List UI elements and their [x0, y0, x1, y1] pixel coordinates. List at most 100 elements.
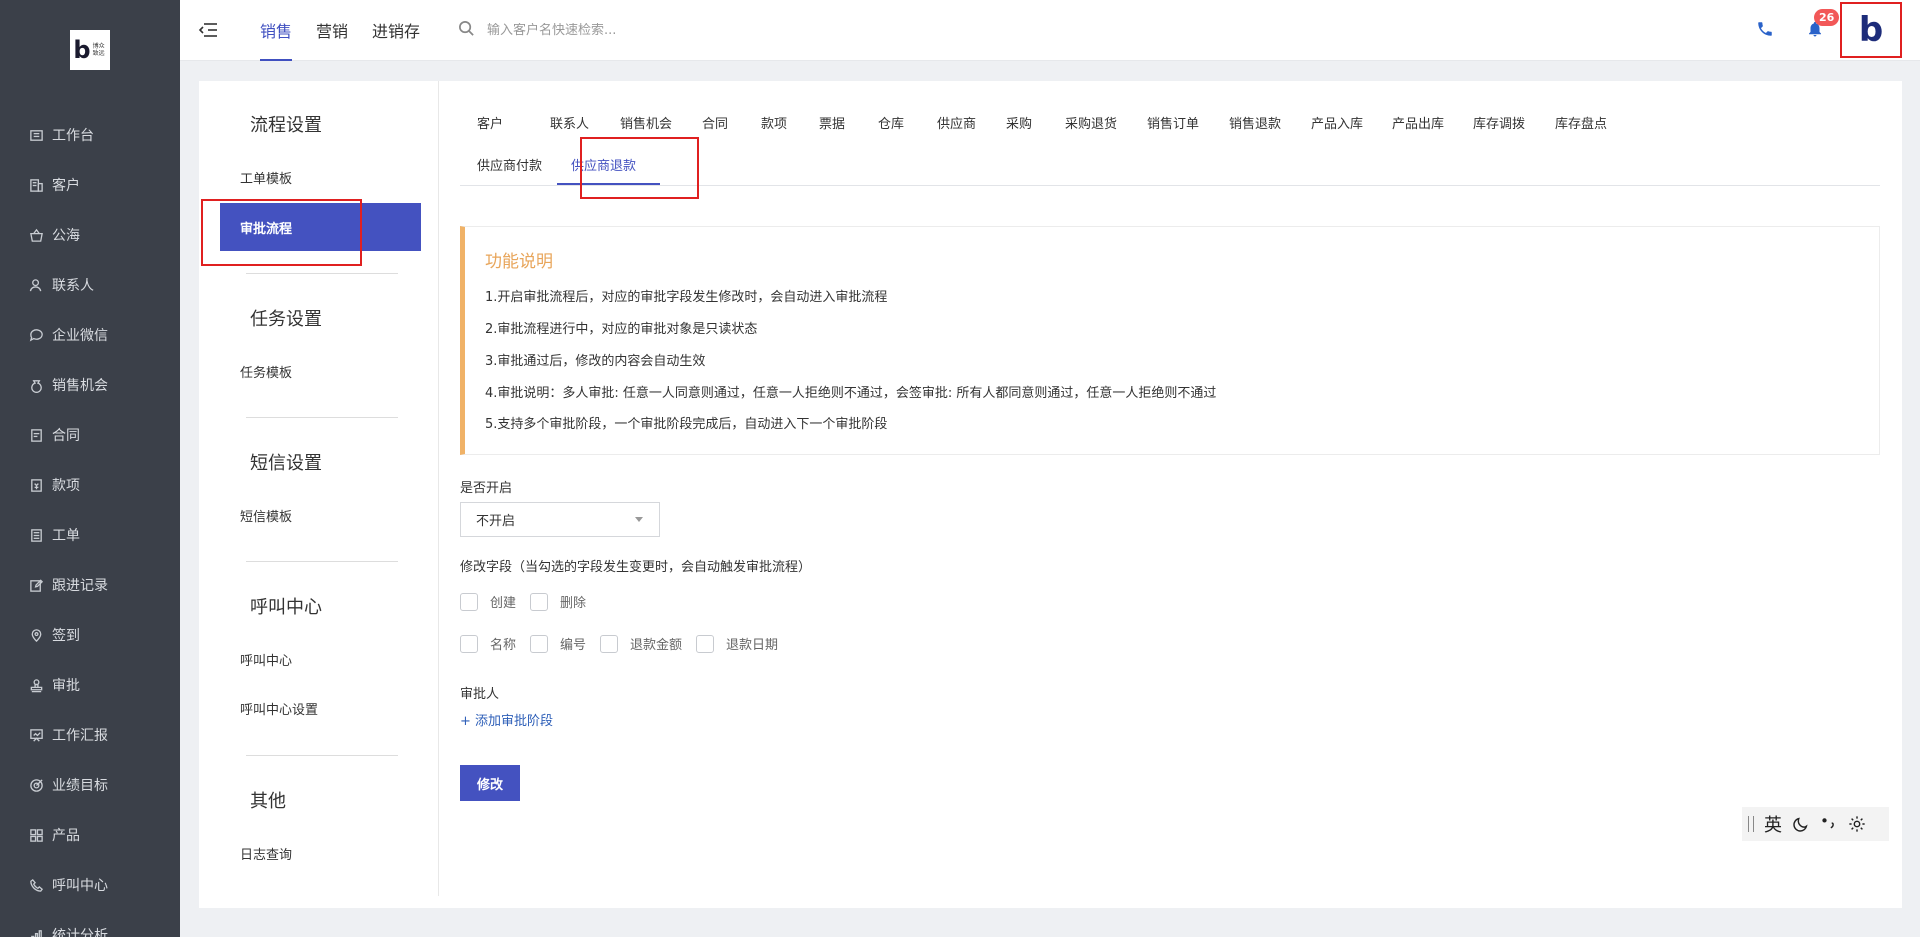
checkbox-refund-amount[interactable]	[600, 634, 619, 653]
checkbox-label[interactable]: 删除	[560, 592, 586, 611]
sidebar-item-label: 企业微信	[52, 328, 108, 344]
module-tab[interactable]: 票据	[819, 113, 845, 132]
sidebar-item[interactable]: 款项	[0, 460, 180, 510]
sidebar-item-label: 产品	[52, 828, 80, 844]
menu-toggle-icon[interactable]	[198, 21, 218, 39]
sidebar-item[interactable]: 跟进记录	[0, 560, 180, 610]
enable-select[interactable]: 不开启	[460, 502, 660, 537]
checkbox-refund-date[interactable]	[696, 634, 715, 653]
checkbox-name[interactable]	[460, 634, 478, 653]
module-tab[interactable]: 库存盘点	[1555, 113, 1607, 132]
contract-icon	[28, 427, 44, 443]
search-icon[interactable]	[458, 20, 475, 41]
checkbox-label[interactable]: 退款日期	[726, 634, 778, 653]
module-tab[interactable]: 仓库	[878, 113, 904, 132]
stamp-icon	[28, 677, 44, 693]
module-tab[interactable]: 款项	[761, 113, 787, 132]
module-tab[interactable]: 供应商	[937, 113, 976, 132]
section-title-call-center: 呼叫中心	[250, 597, 322, 618]
ticket-icon	[28, 527, 44, 543]
chat-icon	[28, 327, 44, 343]
module-tab[interactable]: 销售退款	[1229, 113, 1281, 132]
user-avatar[interactable]: b	[1840, 2, 1902, 58]
sidebar-item[interactable]: 客户	[0, 160, 180, 210]
module-tab[interactable]: 采购	[1006, 113, 1032, 132]
sidebar-item[interactable]: 产品	[0, 810, 180, 860]
checkbox-delete[interactable]	[530, 592, 549, 611]
sidebar-item-label: 合同	[52, 428, 80, 444]
tab-inventory[interactable]: 进销存	[360, 0, 432, 61]
add-stage-link[interactable]: + 添加审批阶段	[460, 710, 553, 729]
menu-item-log-query[interactable]: 日志查询	[240, 844, 292, 863]
module-tabs: 客户 联系人 销售机会 合同 款项 票据 仓库 供应商 采购 采购退货 销售订单 销售退款 产品入库 产品…	[460, 101, 1880, 199]
sidebar-item[interactable]: 工作台	[0, 110, 180, 160]
enable-select-value: 不开启	[476, 514, 516, 529]
gear-icon[interactable]	[1848, 815, 1866, 833]
tab-sales[interactable]: 销售	[248, 0, 304, 61]
sidebar-item[interactable]: 销售机会	[0, 360, 180, 410]
module-tab[interactable]: 产品出库	[1392, 113, 1444, 132]
menu-item-call-center-settings[interactable]: 呼叫中心设置	[240, 699, 318, 718]
logo-mark: b	[73, 36, 91, 64]
menu-item-sms-template[interactable]: 短信模板	[240, 506, 292, 525]
logo[interactable]: b 博众致远	[70, 30, 110, 70]
module-tab[interactable]: 供应商退款	[571, 155, 636, 174]
sidebar-item[interactable]: 合同	[0, 410, 180, 460]
moneybag-icon	[28, 377, 44, 393]
sidebar-item[interactable]: 联系人	[0, 260, 180, 310]
search-input[interactable]	[487, 22, 728, 38]
checkbox-number[interactable]	[530, 634, 549, 653]
location-icon	[28, 627, 44, 643]
sidebar-item-label: 客户	[52, 178, 80, 194]
module-tab[interactable]: 采购退货	[1065, 113, 1117, 132]
sidebar-item-label: 呼叫中心	[52, 878, 108, 894]
save-button[interactable]: 修改	[460, 765, 520, 801]
menu-item-ticket-template[interactable]: 工单模板	[240, 168, 292, 187]
module-tab[interactable]: 客户	[477, 113, 503, 132]
module-tab[interactable]: 库存调拨	[1473, 113, 1525, 132]
module-tab[interactable]: 产品入库	[1311, 113, 1363, 132]
sidebar-nav: 工作台客户公海联系人企业微信销售机会合同款项 工单 跟进记录 签到审批工作汇报 业绩目标…	[0, 110, 180, 937]
notification-bell-icon[interactable]: 26	[1806, 9, 1840, 40]
module-tab[interactable]: 供应商付款	[477, 155, 542, 174]
tab-marketing[interactable]: 营销	[304, 0, 360, 61]
phone-icon	[28, 877, 44, 893]
module-tab[interactable]: 销售订单	[1147, 113, 1199, 132]
sidebar-item-label: 公海	[52, 228, 80, 244]
module-tab[interactable]: 联系人	[550, 113, 589, 132]
info-title: 功能说明	[485, 252, 553, 272]
ime-lang-toggle[interactable]: 英	[1764, 811, 1782, 837]
building-icon	[28, 177, 44, 193]
phone-icon[interactable]	[1756, 20, 1776, 40]
checkbox-row-2: 名称 编号 退款金额 退款日期	[460, 634, 792, 653]
module-tab[interactable]: 合同	[702, 113, 728, 132]
sidebar-item[interactable]: 签到	[0, 610, 180, 660]
sidebar-item[interactable]: 公海	[0, 210, 180, 260]
checkbox-label[interactable]: 退款金额	[630, 634, 682, 653]
sidebar-item-label: 审批	[52, 678, 80, 694]
checkbox-create[interactable]	[460, 592, 478, 611]
sidebar-item[interactable]: 审批	[0, 660, 180, 710]
enable-label: 是否开启	[460, 481, 513, 496]
divider	[246, 561, 398, 562]
sidebar-item[interactable]: 企业微信	[0, 310, 180, 360]
checkbox-label[interactable]: 编号	[560, 634, 586, 653]
settings-menu: 流程设置 工单模板 审批流程 任务设置 任务模板 短信设置 短信模板 呼叫中心 …	[199, 81, 439, 896]
menu-item-approval-flow[interactable]: 审批流程	[220, 203, 421, 251]
sidebar-item[interactable]: 统计分析	[0, 910, 180, 937]
module-tab[interactable]: 销售机会	[620, 113, 672, 132]
sidebar-item[interactable]: 呼叫中心	[0, 860, 180, 910]
menu-item-task-template[interactable]: 任务模板	[240, 362, 292, 381]
checkbox-label[interactable]: 名称	[490, 634, 516, 653]
divider	[246, 273, 398, 274]
sidebar: b 博众致远 工作台 客户 公海 联系人 企业微信 销售机会 合同 款项 工单 跟进记录 签到 审批工…	[0, 0, 180, 937]
drag-handle-icon[interactable]	[1748, 816, 1754, 832]
search-bar	[458, 20, 728, 41]
menu-item-call-center[interactable]: 呼叫中心	[240, 650, 292, 669]
sidebar-item[interactable]: 工作汇报	[0, 710, 180, 760]
sidebar-item[interactable]: 业绩目标	[0, 760, 180, 810]
moon-icon[interactable]	[1792, 815, 1810, 833]
punctuation-icon[interactable]	[1820, 815, 1838, 833]
sidebar-item[interactable]: 工单	[0, 510, 180, 560]
checkbox-label[interactable]: 创建	[490, 592, 516, 611]
